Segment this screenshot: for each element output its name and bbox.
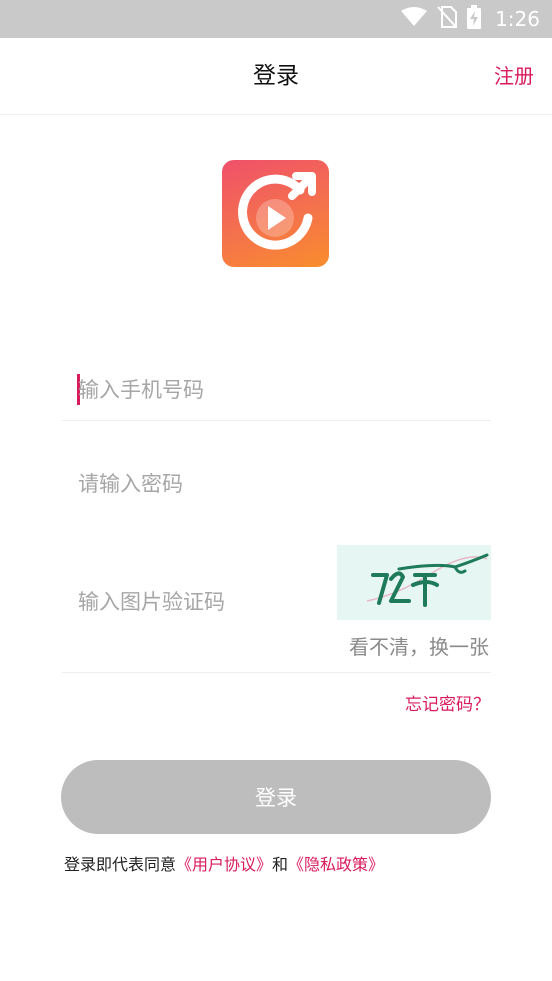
password-field-row (62, 452, 491, 515)
status-bar: 1:26 (0, 0, 552, 38)
agreement-text: 登录即代表同意《用户协议》和《隐私政策》 (64, 851, 384, 875)
captcha-input[interactable] (78, 570, 338, 633)
agreement-prefix: 登录即代表同意 (64, 855, 177, 874)
no-sim-icon (437, 6, 458, 32)
battery-charging-icon (467, 5, 482, 33)
phone-field-row (62, 358, 491, 421)
password-input[interactable] (78, 452, 338, 515)
forgot-password-link[interactable]: 忘记密码？ (405, 690, 490, 715)
captcha-field-row: 看不清，换一张 (62, 545, 491, 673)
wifi-icon (401, 7, 428, 31)
status-time: 1:26 (495, 7, 540, 31)
replay-video-logo-icon (238, 172, 316, 250)
page-title: 登录 (253, 63, 299, 89)
app-logo (222, 160, 329, 267)
captcha-refresh-button[interactable]: 看不清，换一张 (349, 631, 489, 660)
register-button[interactable]: 注册 (494, 38, 534, 115)
phone-input[interactable] (78, 358, 338, 421)
user-agreement-link[interactable]: 《用户协议》 (176, 855, 272, 874)
agreement-and: 和 (272, 855, 289, 874)
captcha-image[interactable] (337, 545, 491, 620)
privacy-policy-link[interactable]: 《隐私政策》 (288, 855, 384, 874)
status-icons: 1:26 (401, 0, 540, 38)
header: 登录 注册 (0, 38, 552, 115)
login-button[interactable]: 登录 (61, 760, 491, 834)
